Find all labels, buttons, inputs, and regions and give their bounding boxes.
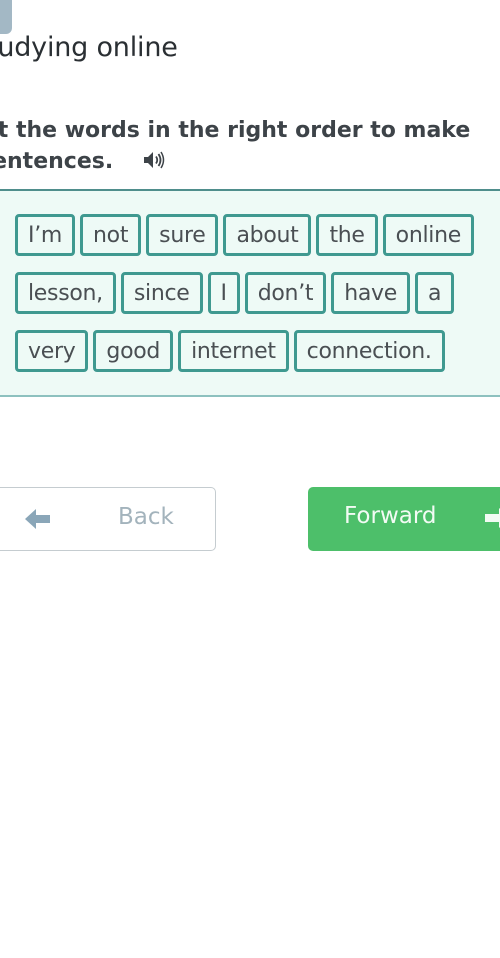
word-chip[interactable]: have: [331, 272, 411, 314]
back-button[interactable]: Back: [0, 487, 216, 551]
arrow-left-icon: [25, 509, 50, 529]
instruction-line-2: sentences.: [0, 146, 486, 177]
instruction-line-2-text: sentences.: [0, 149, 114, 174]
word-chip[interactable]: a: [415, 272, 455, 314]
word-chip[interactable]: online: [382, 214, 474, 256]
lesson-title-text: Studying online: [0, 32, 178, 63]
speaker-icon[interactable]: [143, 150, 165, 170]
word-chip[interactable]: I: [207, 272, 240, 314]
word-chip[interactable]: good: [93, 330, 174, 372]
top-badge: [0, 0, 12, 34]
instruction-line-1: Put the words in the right order to make: [0, 118, 471, 143]
word-chip[interactable]: about: [223, 214, 312, 256]
word-chip[interactable]: connection.: [293, 330, 445, 372]
forward-button[interactable]: Forward: [308, 487, 500, 551]
word-chip[interactable]: internet: [178, 330, 289, 372]
word-row-1: I’m not sure about the online: [15, 214, 474, 256]
lesson-title: Studying online: [0, 32, 178, 63]
forward-button-label: Forward: [344, 503, 437, 529]
word-chip[interactable]: the: [316, 214, 378, 256]
page: Studying online Put the words in the rig…: [0, 0, 500, 958]
word-row-3: very good internet connection.: [15, 330, 445, 372]
task-instruction: Put the words in the right order to make…: [0, 115, 486, 177]
word-chip[interactable]: since: [120, 272, 203, 314]
word-chip[interactable]: don’t: [244, 272, 327, 314]
word-chip[interactable]: sure: [146, 214, 219, 256]
word-bank: I’m not sure about the online lesson, si…: [0, 189, 500, 397]
word-chip[interactable]: not: [80, 214, 142, 256]
back-button-label: Back: [118, 504, 174, 530]
word-chip[interactable]: lesson,: [15, 272, 116, 314]
word-row-2: lesson, since I don’t have a: [15, 272, 455, 314]
arrow-right-icon: [485, 508, 500, 528]
word-chip[interactable]: very: [15, 330, 89, 372]
word-chip[interactable]: I’m: [15, 214, 76, 256]
